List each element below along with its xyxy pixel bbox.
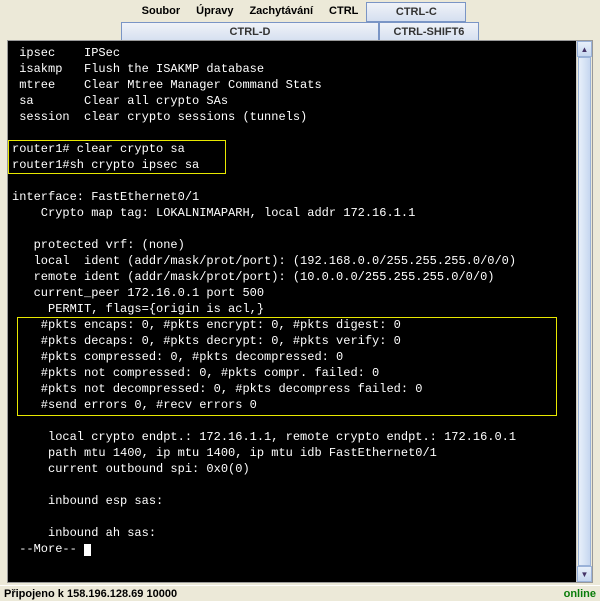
term-line: inbound esp sas:: [12, 494, 163, 508]
toolbar: Soubor Úpravy Zachytávání CTRL CTRL-C CT…: [0, 0, 600, 44]
statusbar: Připojeno k 158.196.128.69 10000 online: [0, 585, 600, 601]
menu-zachytavani[interactable]: Zachytávání: [241, 2, 321, 22]
term-line: #pkts decaps: 0, #pkts decrypt: 0, #pkts…: [12, 334, 401, 348]
term-line: interface: FastEthernet0/1: [12, 190, 199, 204]
term-line: #pkts not compressed: 0, #pkts compr. fa…: [12, 366, 379, 380]
term-line: current outbound spi: 0x0(0): [12, 462, 250, 476]
term-line: protected vrf: (none): [12, 238, 185, 252]
menu-soubor[interactable]: Soubor: [134, 2, 189, 22]
cursor: [84, 544, 91, 556]
terminal-container: ipsec IPSec isakmp Flush the ISAKMP data…: [7, 40, 593, 583]
term-line: remote ident (addr/mask/prot/port): (10.…: [12, 270, 494, 284]
scroll-down-button[interactable]: ▼: [577, 566, 592, 582]
ctrlc-button[interactable]: CTRL-C: [366, 2, 466, 22]
term-line: #send errors 0, #recv errors 0: [12, 398, 257, 412]
status-right: online: [564, 588, 596, 600]
scroll-up-button[interactable]: ▲: [577, 41, 592, 57]
term-line: current_peer 172.16.0.1 port 500: [12, 286, 264, 300]
scroll-thumb[interactable]: [578, 57, 591, 566]
term-line: ipsec IPSec: [12, 46, 120, 60]
term-line: local crypto endpt.: 172.16.1.1, remote …: [12, 430, 516, 444]
term-line: mtree Clear Mtree Manager Command Stats: [12, 78, 322, 92]
term-line: #pkts not decompressed: 0, #pkts decompr…: [12, 382, 422, 396]
ctrld-button[interactable]: CTRL-D: [121, 22, 379, 42]
term-line: --More--: [12, 542, 84, 556]
term-line: router1# clear crypto sa: [12, 142, 185, 156]
term-line: local ident (addr/mask/prot/port): (192.…: [12, 254, 516, 268]
term-line: sa Clear all crypto SAs: [12, 94, 228, 108]
ctrlshift6-button[interactable]: CTRL-SHIFT6: [379, 22, 479, 42]
menu-ctrl[interactable]: CTRL: [321, 2, 366, 22]
status-left: Připojeno k 158.196.128.69 10000: [4, 588, 177, 600]
term-line: path mtu 1400, ip mtu 1400, ip mtu idb F…: [12, 446, 437, 460]
term-line: #pkts encaps: 0, #pkts encrypt: 0, #pkts…: [12, 318, 401, 332]
term-line: isakmp Flush the ISAKMP database: [12, 62, 264, 76]
menu-upravy[interactable]: Úpravy: [188, 2, 241, 22]
term-line: router1#sh crypto ipsec sa: [12, 158, 199, 172]
scrollbar[interactable]: ▲ ▼: [576, 41, 592, 582]
term-line: #pkts compressed: 0, #pkts decompressed:…: [12, 350, 343, 364]
terminal[interactable]: ipsec IPSec isakmp Flush the ISAKMP data…: [8, 41, 576, 582]
term-line: inbound ah sas:: [12, 526, 156, 540]
term-line: session clear crypto sessions (tunnels): [12, 110, 307, 124]
term-line: Crypto map tag: LOKALNIMAPARH, local add…: [12, 206, 415, 220]
term-line: PERMIT, flags={origin is acl,}: [12, 302, 264, 316]
